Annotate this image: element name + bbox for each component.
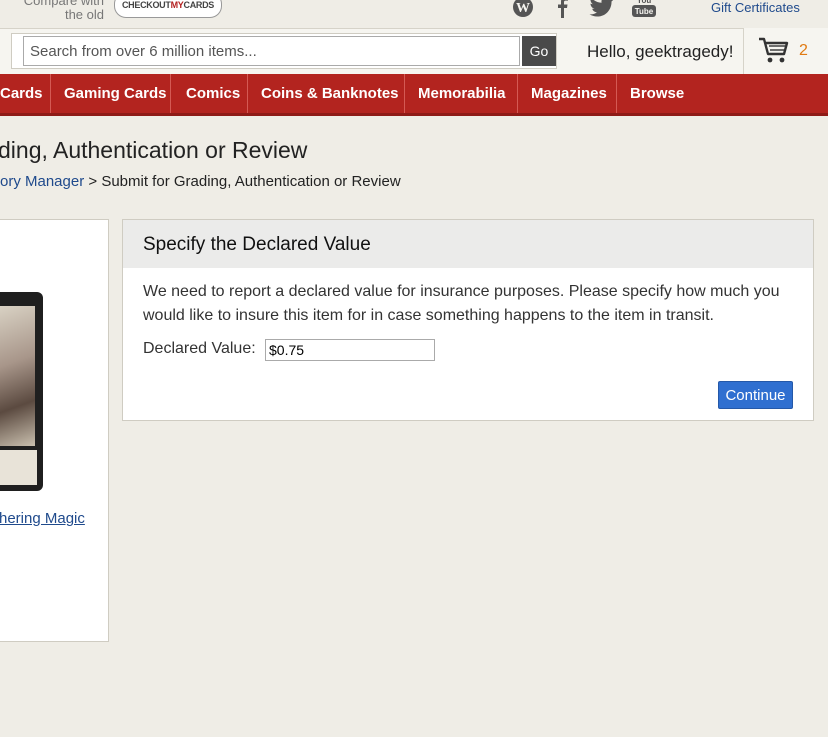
continue-button[interactable]: Continue bbox=[718, 381, 793, 409]
shopping-cart-icon bbox=[758, 36, 790, 69]
declared-value-title: Specify the Declared Value bbox=[143, 234, 371, 255]
facebook-icon[interactable] bbox=[555, 0, 569, 18]
declared-value-input[interactable] bbox=[265, 339, 435, 361]
card-text-box bbox=[0, 450, 37, 485]
card-set-link[interactable]: hering Magic bbox=[0, 510, 85, 527]
card-art bbox=[0, 306, 35, 446]
twitter-icon[interactable] bbox=[589, 0, 615, 18]
breadcrumb-current: Submit for Grading, Authentication or Re… bbox=[101, 173, 401, 190]
main-nav: Cards Gaming Cards Comics Coins & Bankno… bbox=[0, 74, 828, 116]
nav-item-magazines[interactable]: Magazines bbox=[518, 74, 617, 113]
nav-item-comics[interactable]: Comics bbox=[173, 74, 248, 113]
gift-certificates-link[interactable]: Gift Certificates bbox=[711, 0, 800, 15]
card-panel: hering Magic bbox=[0, 219, 109, 642]
cart-count: 2 bbox=[799, 42, 808, 59]
svg-text:W: W bbox=[516, 1, 530, 16]
declared-value-header: Specify the Declared Value bbox=[123, 220, 813, 268]
youtube-tube: Tube bbox=[635, 7, 654, 16]
youtube-icon[interactable]: You Tube bbox=[632, 0, 656, 18]
nav-item-gaming-cards[interactable]: Gaming Cards bbox=[51, 74, 171, 113]
card-image[interactable] bbox=[0, 292, 43, 491]
page-title: ding, Authentication or Review bbox=[0, 137, 308, 163]
breadcrumb-separator: > bbox=[88, 173, 98, 190]
wordpress-icon[interactable]: W bbox=[511, 0, 535, 18]
greeting-text: Hello, geektragedy! bbox=[587, 42, 734, 61]
declared-value-panel: Specify the Declared Value We need to re… bbox=[122, 219, 814, 421]
nav-item-cards[interactable]: Cards bbox=[0, 74, 51, 113]
logo-part-1: CHECKOUT bbox=[121, 0, 171, 10]
breadcrumb-inventory-manager[interactable]: ory Manager bbox=[0, 173, 84, 190]
top-strip: Compare with the old CHECKOUTMYCARDS W Y… bbox=[0, 0, 828, 28]
logo-part-2: MY bbox=[170, 0, 184, 10]
breadcrumb: ory Manager > Submit for Grading, Authen… bbox=[0, 173, 401, 190]
nav-item-coins-banknotes[interactable]: Coins & Banknotes bbox=[248, 74, 405, 113]
declared-value-description: We need to report a declared value for i… bbox=[143, 283, 780, 324]
logo-part-3: CARDS bbox=[183, 0, 215, 10]
cart-button[interactable]: 2 bbox=[743, 28, 828, 74]
search-input[interactable] bbox=[23, 36, 520, 66]
go-button[interactable]: Go bbox=[522, 36, 556, 66]
compare-line-2: the old bbox=[64, 7, 104, 22]
checkoutmycards-logo[interactable]: CHECKOUTMYCARDS bbox=[114, 0, 222, 18]
nav-item-browse[interactable]: Browse bbox=[617, 74, 697, 113]
compare-text: Compare with the old bbox=[0, 0, 104, 22]
declared-value-label: Declared Value: bbox=[143, 340, 256, 357]
youtube-you: You bbox=[637, 0, 652, 5]
nav-item-memorabilia[interactable]: Memorabilia bbox=[405, 74, 518, 113]
